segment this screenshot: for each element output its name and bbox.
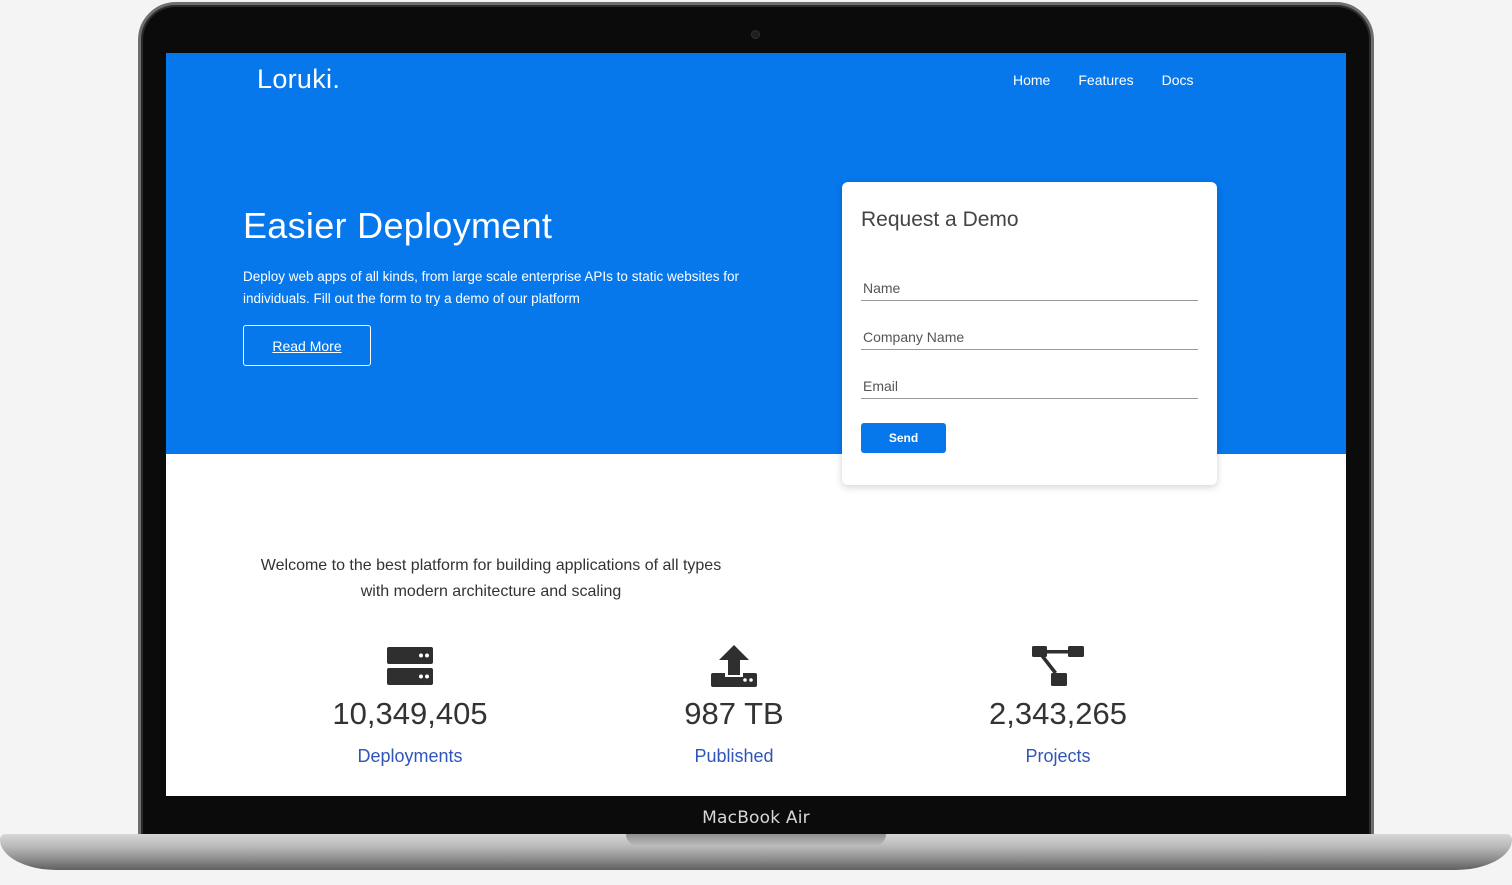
- camera-dot: [752, 31, 759, 38]
- demo-form-title: Request a Demo: [861, 208, 1019, 231]
- browser-screen: Loruki. Home Features Docs Easier Deploy…: [166, 53, 1346, 796]
- stat-value: 987 TB: [684, 696, 784, 731]
- name-field[interactable]: [861, 275, 1198, 301]
- stat-value: 2,343,265: [989, 696, 1127, 731]
- welcome-text: Welcome to the best platform for buildin…: [260, 557, 722, 600]
- send-button[interactable]: Send: [861, 423, 946, 453]
- stat-label: Published: [694, 746, 774, 766]
- stat-deployments: 10,349,405 Deployments: [270, 645, 550, 767]
- stat-label: Deployments: [357, 746, 463, 766]
- laptop-hinge-notch: [626, 834, 886, 846]
- stat-published: 987 TB Published: [594, 645, 874, 767]
- main-nav: Home Features Docs: [1013, 72, 1194, 88]
- brand-logo[interactable]: Loruki.: [257, 64, 340, 95]
- device-label: MacBook Air: [702, 808, 810, 828]
- hero-title: Easier Deployment: [243, 205, 553, 246]
- hero-description: Deploy web apps of all kinds, from large…: [243, 269, 739, 306]
- nav-features[interactable]: Features: [1078, 72, 1133, 88]
- stat-value: 10,349,405: [332, 696, 488, 731]
- project-diagram-icon: [918, 645, 1198, 687]
- nav-docs[interactable]: Docs: [1162, 72, 1194, 88]
- request-demo-card: Request a Demo Send: [842, 182, 1217, 485]
- server-icon: [270, 645, 550, 687]
- read-more-button[interactable]: Read More: [243, 325, 371, 366]
- company-name-field[interactable]: [861, 324, 1198, 350]
- stat-projects: 2,343,265 Projects: [918, 645, 1198, 767]
- email-field[interactable]: [861, 373, 1198, 399]
- nav-home[interactable]: Home: [1013, 72, 1050, 88]
- stat-label: Projects: [1025, 746, 1091, 766]
- upload-icon: [594, 645, 874, 687]
